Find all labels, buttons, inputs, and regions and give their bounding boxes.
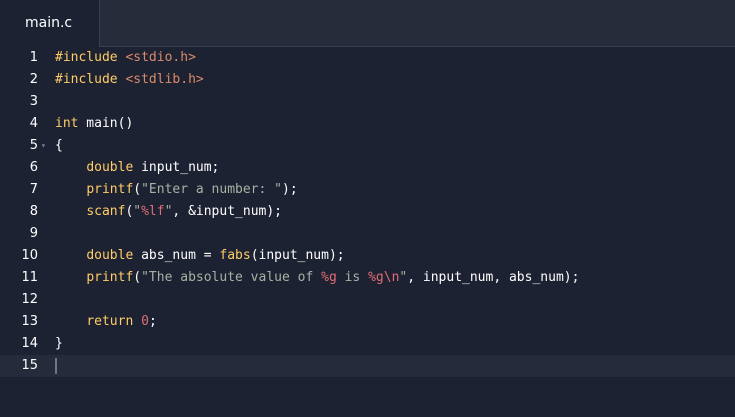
code-line[interactable]: 4 int main() xyxy=(0,113,735,135)
code-line[interactable]: 3 xyxy=(0,91,735,113)
code-text: scanf("%lf", &input_num); xyxy=(55,201,282,223)
code-token: ( xyxy=(133,270,142,285)
code-line[interactable]: 12 xyxy=(0,289,735,311)
code-text: #include <stdio.h> xyxy=(55,47,196,69)
code-token: fabs xyxy=(219,248,251,263)
code-token: (input_num); xyxy=(250,248,345,263)
code-editor[interactable]: 1 #include <stdio.h> 2 #include <stdlib.h> 3… xyxy=(0,47,735,417)
code-token: double xyxy=(86,160,134,175)
code-line[interactable]: 15 xyxy=(0,355,735,377)
code-text: double abs_num = fabs(input_num); xyxy=(55,245,345,267)
line-number: 7 xyxy=(29,182,38,197)
code-text: return 0; xyxy=(55,311,157,333)
code-token: %lf xyxy=(141,204,165,219)
code-text: double input_num; xyxy=(55,157,219,179)
code-line[interactable]: 13 return 0; xyxy=(0,311,735,333)
code-token: " xyxy=(133,204,142,219)
code-token: ( xyxy=(133,182,142,197)
code-token: input_num; xyxy=(133,160,220,175)
line-number: 2 xyxy=(29,72,38,87)
tab-bar: main.c xyxy=(0,0,735,48)
code-token: scanf xyxy=(86,204,126,219)
line-number: 9 xyxy=(29,226,38,241)
code-token: #include xyxy=(55,72,126,87)
code-line[interactable]: 5 ▾ { xyxy=(0,135,735,157)
code-line[interactable]: 9 xyxy=(0,223,735,245)
code-token: { xyxy=(55,138,63,153)
code-token: double xyxy=(86,248,134,263)
line-number: 3 xyxy=(29,94,38,109)
line-number: 1 xyxy=(29,50,38,65)
code-text: int main() xyxy=(55,113,133,135)
code-token: , input_num, abs_num); xyxy=(407,270,580,285)
code-text: printf("The absolute value of %g is %g\n… xyxy=(55,267,579,289)
code-token: "Enter a number: " xyxy=(141,182,282,197)
code-token: } xyxy=(55,336,63,351)
code-line[interactable]: 2 #include <stdlib.h> xyxy=(0,69,735,91)
text-cursor xyxy=(55,358,57,374)
code-text: } xyxy=(55,333,63,355)
code-line[interactable]: 7 printf("Enter a number: "); xyxy=(0,179,735,201)
code-token: 0 xyxy=(141,314,149,329)
code-token: ; xyxy=(148,314,157,329)
line-number: 5 xyxy=(29,138,38,153)
code-token: %g\n xyxy=(368,270,400,285)
code-token: <stdlib.h> xyxy=(125,72,204,87)
code-token: abs_num = xyxy=(133,248,220,263)
code-line[interactable]: 1 #include <stdio.h> xyxy=(0,47,735,69)
tab-main-c[interactable]: main.c xyxy=(0,0,100,48)
line-number: 12 xyxy=(21,292,38,307)
code-line[interactable]: 10 double abs_num = fabs(input_num); xyxy=(0,245,735,267)
code-token: "The absolute value of xyxy=(141,270,322,285)
code-line[interactable]: 6 double input_num; xyxy=(0,157,735,179)
code-token: return xyxy=(86,314,134,329)
code-line[interactable]: 14} xyxy=(0,333,735,355)
line-number: 4 xyxy=(29,116,38,131)
code-token: printf xyxy=(86,182,134,197)
code-token: <stdio.h> xyxy=(125,50,196,65)
line-number: 11 xyxy=(21,270,38,285)
code-token: main() xyxy=(78,116,134,131)
code-token: is xyxy=(336,270,369,285)
code-token: , &input_num); xyxy=(172,204,282,219)
line-number: 6 xyxy=(29,160,38,175)
line-number: 14 xyxy=(21,336,38,351)
code-token: printf xyxy=(86,270,134,285)
code-token: #include xyxy=(55,50,126,65)
line-number: 15 xyxy=(21,358,38,373)
fold-arrow-icon[interactable]: ▾ xyxy=(41,135,46,157)
line-number: 13 xyxy=(21,314,38,329)
code-token: ); xyxy=(282,182,298,197)
code-token: int xyxy=(55,116,79,131)
line-number: 10 xyxy=(21,248,38,263)
code-line[interactable]: 8 scanf("%lf", &input_num); xyxy=(0,201,735,223)
code-line[interactable]: 11 printf("The absolute value of %g is %… xyxy=(0,267,735,289)
line-number: 8 xyxy=(29,204,38,219)
code-token: %g xyxy=(321,270,337,285)
code-text: printf("Enter a number: "); xyxy=(55,179,298,201)
code-text: { xyxy=(55,135,63,157)
code-text: #include <stdlib.h> xyxy=(55,69,204,91)
